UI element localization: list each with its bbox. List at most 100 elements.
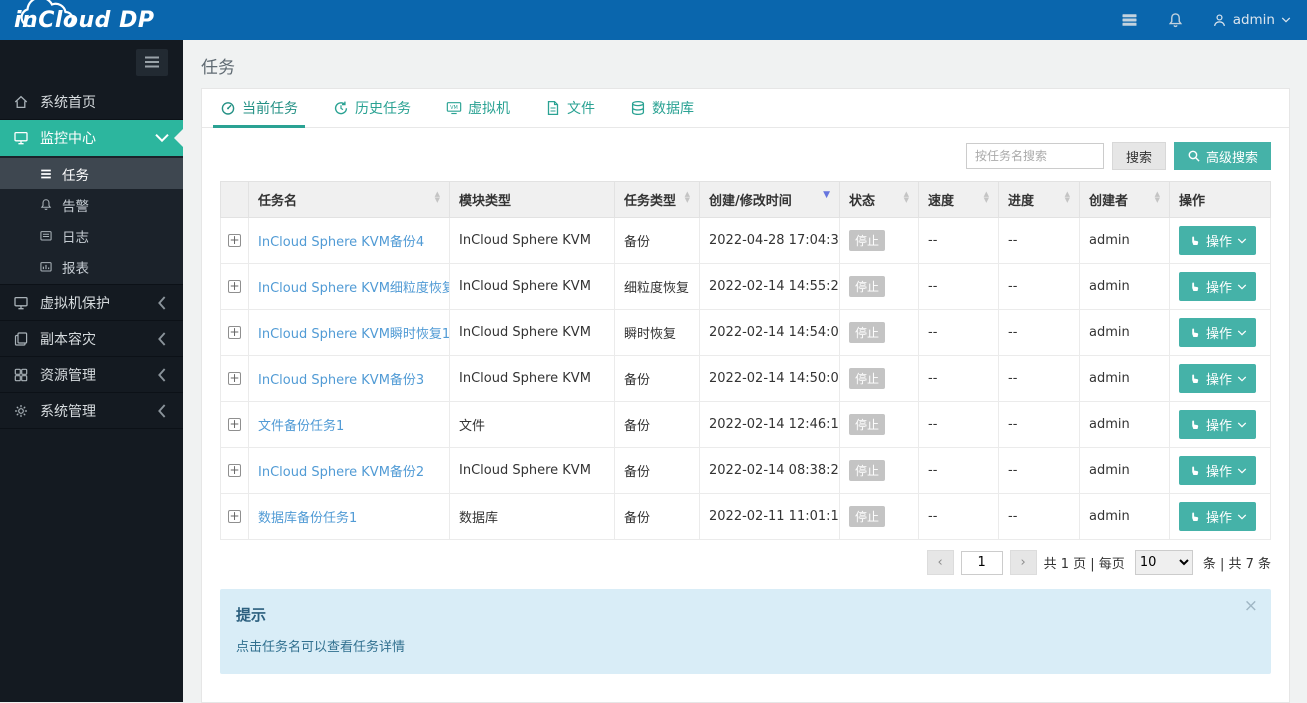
sort-icon[interactable]: ▲ ▼ — [1155, 191, 1160, 204]
task-tabs: 当前任务 历史任务 VM 虚拟机 文件 数据库 — [202, 89, 1289, 128]
sidebar-item-home[interactable]: 系统首页 — [0, 84, 183, 120]
expand-row-icon[interactable]: + — [228, 418, 241, 431]
pointer-hand-icon — [1192, 420, 1199, 429]
progress-cell: -- — [998, 355, 1080, 402]
column-header[interactable]: 创建/修改时间 ▼ — [699, 181, 840, 218]
search-input[interactable] — [965, 143, 1104, 169]
sidebar-subitem-label: 任务 — [62, 167, 89, 184]
chevron-down-icon — [1237, 467, 1247, 474]
database-icon — [631, 100, 645, 116]
column-header[interactable]: 进度 ▲ ▼ — [998, 181, 1080, 218]
action-label: 操作 — [1206, 419, 1233, 434]
expand-row-icon[interactable]: + — [228, 326, 241, 339]
sidebar: 系统首页 监控中心 任务 告警 日志 报表 虚拟机保护 副本容灾 资源管理 系统… — [0, 40, 183, 702]
sidebar-item-resource-mgmt[interactable]: 资源管理 — [0, 357, 183, 393]
pointer-hand-icon — [1192, 282, 1199, 291]
expand-row-icon[interactable]: + — [228, 280, 241, 293]
per-page-select[interactable]: 10 — [1134, 550, 1193, 575]
speed-cell: -- — [918, 401, 999, 448]
pointer-hand-icon — [1192, 328, 1199, 337]
expand-row-icon[interactable]: + — [228, 510, 241, 523]
sidebar-item-monitor-center[interactable]: 监控中心 — [0, 120, 183, 156]
column-header[interactable]: 速度 ▲ ▼ — [918, 181, 999, 218]
tab-current-tasks[interactable]: 当前任务 — [213, 89, 305, 128]
notification-bell-icon[interactable] — [1167, 12, 1184, 29]
task-name-link[interactable]: InCloud Sphere KVM备份3 — [258, 373, 424, 388]
task-name-link[interactable]: InCloud Sphere KVM瞬时恢复1 — [258, 327, 449, 342]
action-label: 操作 — [1206, 511, 1233, 526]
expand-row-icon[interactable]: + — [228, 464, 241, 477]
advanced-search-label: 高级搜索 — [1205, 150, 1258, 166]
sidebar-subitem-logs[interactable]: 日志 — [0, 220, 183, 251]
task-name-link[interactable]: 文件备份任务1 — [258, 419, 344, 434]
module-type-cell: InCloud Sphere KVM — [449, 263, 615, 310]
progress-cell: -- — [998, 309, 1080, 356]
column-header[interactable]: 任务类型 ▲ ▼ — [614, 181, 700, 218]
search-button[interactable]: 搜索 — [1111, 142, 1166, 170]
tab-label: 历史任务 — [355, 101, 411, 117]
column-header[interactable]: 创建者 ▲ ▼ — [1079, 181, 1170, 218]
sort-icon[interactable]: ▲ ▼ — [1065, 191, 1070, 204]
task-time-cell: 2022-04-28 17:04:37 — [699, 217, 840, 264]
table-row: + InCloud Sphere KVM备份4 InCloud Sphere KVM… — [220, 217, 1271, 264]
sidebar-subitem-alerts[interactable]: 告警 — [0, 189, 183, 220]
column-header[interactable]: 状态 ▲ ▼ — [839, 181, 919, 218]
sidebar-item-replica-dr[interactable]: 副本容灾 — [0, 321, 183, 357]
task-name-link[interactable]: InCloud Sphere KVM备份2 — [258, 465, 424, 480]
task-time-cell: 2022-02-14 14:54:03 — [699, 309, 840, 356]
sort-icon[interactable]: ▲ ▼ — [904, 191, 909, 204]
next-page-button[interactable]: › — [1009, 550, 1037, 575]
prev-page-button[interactable]: ‹ — [926, 550, 954, 575]
sort-icon[interactable]: ▲ ▼ — [685, 191, 690, 204]
task-name-link[interactable]: InCloud Sphere KVM细粒度恢复1 — [258, 281, 449, 296]
history-icon — [334, 101, 348, 115]
tab-files[interactable]: 文件 — [545, 89, 595, 127]
expand-row-icon[interactable]: + — [228, 234, 241, 247]
sort-icon[interactable]: ▲ ▼ — [984, 191, 989, 204]
speed-cell: -- — [918, 355, 999, 402]
total-label: 条 | 共 7 条 — [1202, 557, 1271, 572]
advanced-search-button[interactable]: 高级搜索 — [1173, 142, 1271, 170]
user-menu[interactable]: admin — [1212, 12, 1291, 28]
row-action-button[interactable]: 操作 — [1179, 364, 1257, 393]
close-icon[interactable]: × — [1244, 598, 1258, 615]
table-row: + 数据库备份任务1 数据库 备份 2022-02-11 11:01:12 停止 -- -- a… — [220, 493, 1271, 540]
task-name-link[interactable]: 数据库备份任务1 — [258, 511, 357, 526]
progress-cell: -- — [998, 401, 1080, 448]
row-action-button[interactable]: 操作 — [1179, 456, 1257, 485]
sidebar-subitem-reports[interactable]: 报表 — [0, 251, 183, 282]
sidebar-item-label: 监控中心 — [40, 130, 96, 147]
sidebar-subitem-tasks[interactable]: 任务 — [0, 158, 183, 189]
server-list-icon[interactable] — [1120, 12, 1139, 28]
tab-virtual-machines[interactable]: VM 虚拟机 — [446, 89, 510, 127]
logo-text: inCloud DP — [14, 7, 155, 33]
chevron-left-icon — [158, 403, 166, 418]
status-badge: 停止 — [849, 506, 886, 527]
chevron-down-icon — [1237, 375, 1247, 382]
sidebar-item-label: 资源管理 — [40, 367, 96, 384]
pointer-hand-icon — [1192, 512, 1199, 521]
sidebar-item-vm-protection[interactable]: 虚拟机保护 — [0, 285, 183, 321]
creator-cell: admin — [1079, 401, 1170, 448]
sort-icon[interactable]: ▲ ▼ — [435, 191, 440, 204]
column-header[interactable]: 任务名 ▲ ▼ — [248, 181, 450, 218]
tab-history-tasks[interactable]: 历史任务 — [333, 89, 411, 127]
sort-icon-active[interactable]: ▼ — [823, 191, 830, 200]
tab-databases[interactable]: 数据库 — [630, 89, 694, 127]
row-action-button[interactable]: 操作 — [1179, 410, 1257, 439]
sidebar-collapse-button[interactable] — [136, 48, 168, 76]
sidebar-item-system-mgmt[interactable]: 系统管理 — [0, 393, 183, 429]
pagination: ‹ › 共 1 页 | 每页 10 条 | 共 7 条 — [202, 540, 1289, 584]
row-action-button[interactable]: 操作 — [1179, 502, 1257, 531]
row-action-button[interactable]: 操作 — [1179, 318, 1257, 347]
row-action-button[interactable]: 操作 — [1179, 226, 1257, 255]
expand-row-icon[interactable]: + — [228, 372, 241, 385]
tip-title: 提示 — [236, 606, 267, 624]
task-name-link[interactable]: InCloud Sphere KVM备份4 — [258, 235, 424, 250]
row-action-button[interactable]: 操作 — [1179, 272, 1257, 301]
user-name: admin — [1232, 12, 1275, 28]
module-type-cell: InCloud Sphere KVM — [449, 217, 615, 264]
page-input[interactable] — [960, 550, 1003, 575]
tab-label: 数据库 — [652, 101, 694, 117]
chevron-left-icon — [158, 295, 166, 310]
